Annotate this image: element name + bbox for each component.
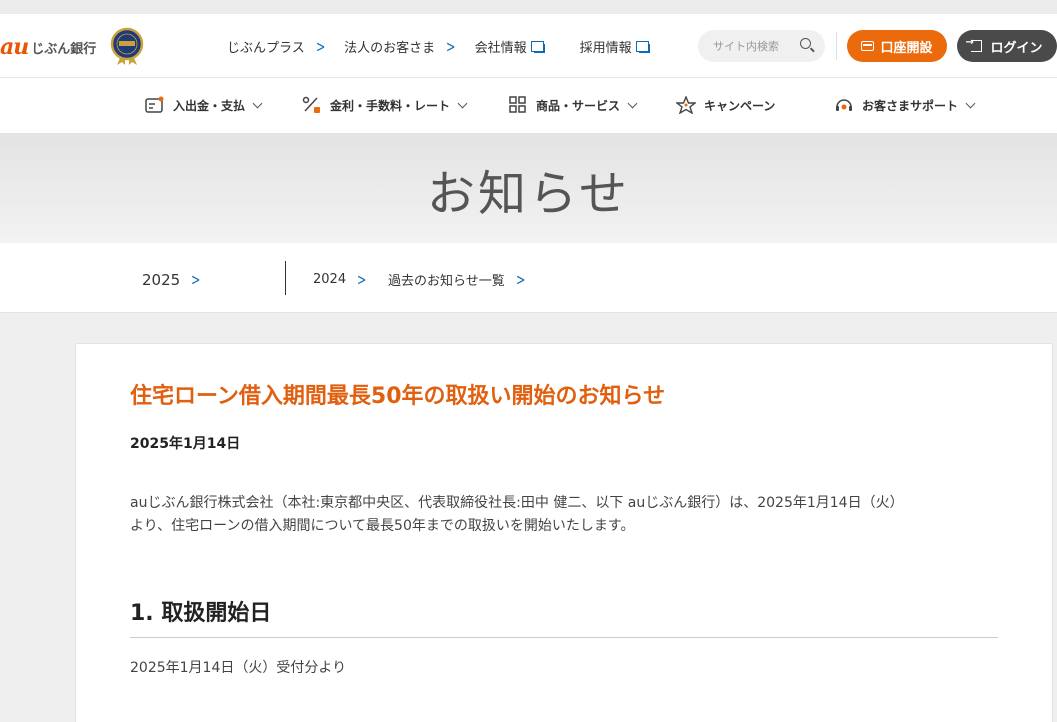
year-divider — [285, 261, 286, 295]
card-icon — [861, 41, 875, 51]
search-icon[interactable] — [800, 38, 811, 49]
article-body-line: より、住宅ローンの借入期間について最長50年までの取扱いを開始いたします。 — [130, 518, 635, 534]
news-article: 住宅ローン借入期間最長50年の取扱い開始のお知らせ 2025年1月14日 auじ… — [75, 343, 1053, 722]
article-body-line: auじぶん銀行株式会社（本社:東京都中央区、代表取締役社長:田中 健二、以下 a… — [130, 495, 904, 511]
utility-links: じぶんプラス > 法人のお客さま > 会社情報 採用情報 — [227, 37, 666, 56]
chevron-down-icon — [627, 98, 638, 108]
page-title-band: お知らせ — [0, 133, 1057, 243]
percent-icon — [302, 96, 320, 113]
external-link-icon — [635, 41, 650, 53]
chevron-down-icon — [457, 98, 468, 108]
star-icon — [676, 96, 696, 114]
article-title: 住宅ローン借入期間最長50年の取扱い開始のお知らせ — [130, 384, 666, 409]
link-jibun-plus[interactable]: じぶんプラス > — [227, 37, 327, 56]
link-corporate[interactable]: 法人のお客さま > — [344, 37, 457, 56]
nav-products-services[interactable]: 商品・サービス — [508, 96, 638, 114]
login-button[interactable]: ログイン — [957, 30, 1057, 62]
logo-au: au — [0, 34, 29, 60]
top-header: au じぶん銀行 じぶんプラス > 法人のお客さま > 会社情報 採用情報 サイ… — [0, 0, 1057, 78]
chevron-down-icon — [252, 98, 263, 108]
nav-deposit-payment-label: 入出金・支払 — [173, 98, 246, 113]
headset-icon — [836, 99, 852, 111]
year-link-archive-label: 過去のお知らせ一覧 — [388, 274, 505, 289]
nav-products-services-label: 商品・サービス — [536, 98, 621, 113]
year-current[interactable]: 2025 > — [142, 270, 203, 289]
grid-icon — [509, 96, 526, 113]
link-company-info-label: 会社情報 — [474, 41, 527, 56]
chevron-right-icon: > — [191, 270, 201, 289]
nav-campaigns[interactable]: キャンペーン — [676, 96, 775, 114]
article-body: auじぶん銀行株式会社（本社:東京都中央区、代表取締役社長:田中 健二、以下 a… — [130, 492, 1010, 538]
link-corporate-label: 法人のお客さま — [344, 41, 436, 56]
year-selector: 2025 > 2024 > 過去のお知らせ一覧 > — [0, 243, 1057, 313]
open-account-button[interactable]: 口座開設 — [847, 30, 947, 62]
search-placeholder: サイト内検索 — [713, 40, 779, 53]
chevron-right-icon: > — [357, 270, 367, 289]
section-text: 2025年1月14日（火）受付分より — [130, 660, 347, 676]
external-link-icon — [530, 41, 545, 53]
link-jibun-plus-label: じぶんプラス — [227, 41, 305, 56]
header-divider — [836, 32, 837, 60]
chevron-right-icon: > — [446, 37, 456, 56]
page-title: お知らせ — [426, 166, 631, 222]
link-recruit[interactable]: 採用情報 — [579, 37, 650, 56]
nav-customer-support[interactable]: お客さまサポート — [834, 96, 976, 114]
wallet-icon — [145, 96, 164, 113]
year-current-label: 2025 — [142, 270, 181, 289]
year-link-2024[interactable]: 2024 > — [313, 270, 369, 289]
article-date: 2025年1月14日 — [130, 436, 241, 452]
site-logo[interactable]: au じぶん銀行 — [0, 34, 96, 60]
nav-deposit-payment[interactable]: 入出金・支払 — [145, 96, 263, 114]
main-nav: 入出金・支払 金利・手数料・レート 商品・サービス キャンペーン お客さまサポー… — [0, 78, 1057, 133]
section-heading: 1. 取扱開始日 — [130, 595, 998, 638]
login-label: ログイン — [990, 40, 1043, 56]
chevron-down-icon — [965, 98, 976, 108]
nav-customer-support-label: お客さまサポート — [862, 98, 959, 113]
open-account-label: 口座開設 — [880, 40, 933, 56]
nav-rates-fees[interactable]: 金利・手数料・レート — [302, 96, 468, 114]
link-recruit-label: 採用情報 — [579, 41, 632, 56]
login-icon — [965, 37, 983, 52]
link-company-info[interactable]: 会社情報 — [474, 37, 545, 56]
chevron-right-icon: > — [315, 37, 326, 56]
year-link-archive[interactable]: 過去のお知らせ一覧 > — [388, 270, 527, 289]
nav-campaigns-label: キャンペーン — [704, 98, 776, 113]
nav-rates-fees-label: 金利・手数料・レート — [330, 98, 451, 113]
logo-bank-name: じぶん銀行 — [31, 41, 97, 57]
year-link-2024-label: 2024 — [313, 272, 347, 287]
chevron-right-icon: > — [515, 270, 526, 289]
site-search-input[interactable]: サイト内検索 — [698, 30, 825, 62]
award-badge-icon — [110, 27, 144, 65]
